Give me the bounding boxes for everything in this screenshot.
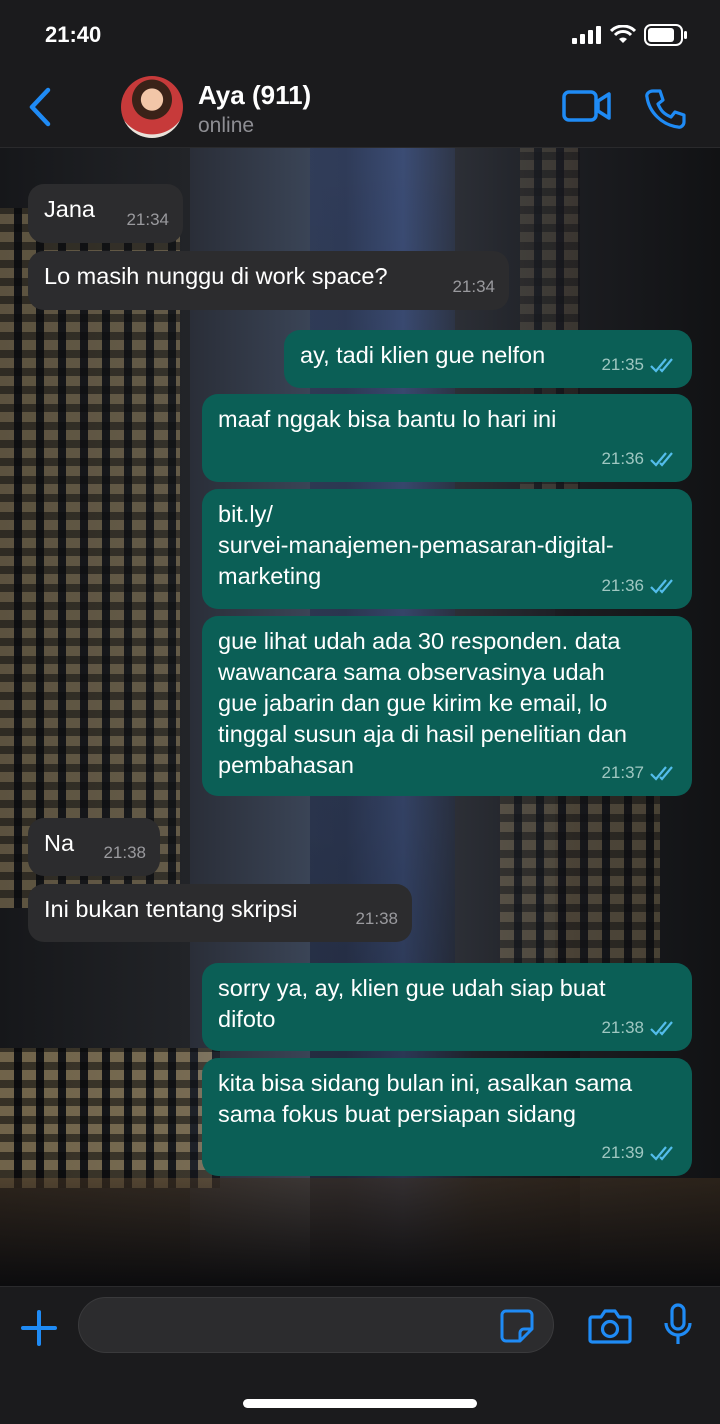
plus-icon: [21, 1310, 57, 1346]
message-time: 21:38: [601, 1018, 644, 1037]
message-outgoing[interactable]: sorry ya, ay, klien gue udah siap buat d…: [202, 963, 692, 1051]
message-incoming[interactable]: Jana 21:34: [28, 184, 183, 243]
video-call-button[interactable]: [562, 88, 612, 126]
message-outgoing[interactable]: ay, tadi klien gue nelfon 21:35: [284, 330, 692, 388]
message-text: kita bisa sidang bulan ini, asalkan sama…: [218, 1070, 633, 1127]
message-outgoing[interactable]: maaf nggak bisa bantu lo hari ini 21:36: [202, 394, 692, 482]
message-input[interactable]: [78, 1297, 554, 1353]
message-time: 21:39: [601, 1143, 644, 1162]
back-button[interactable]: [24, 86, 60, 130]
background-street: [0, 1178, 720, 1286]
message-text-field[interactable]: [99, 1306, 493, 1348]
double-check-icon: [650, 765, 673, 781]
message-time: 21:34: [126, 210, 169, 229]
double-check-icon: [650, 357, 673, 373]
double-check-icon: [650, 451, 673, 467]
message-time: 21:36: [601, 449, 644, 468]
double-check-icon: [650, 578, 673, 594]
sticker-icon: [500, 1309, 534, 1343]
camera-icon: [588, 1309, 632, 1344]
message-text: maaf nggak bisa bantu lo hari ini: [218, 406, 557, 432]
message-text: Lo masih nunggu di work space?: [44, 263, 388, 289]
message-time: 21:37: [601, 763, 644, 782]
chat-area[interactable]: Jana 21:34 Lo masih nunggu di work space…: [0, 148, 720, 1286]
camera-button[interactable]: [588, 1307, 632, 1345]
phone-icon: [645, 89, 686, 129]
background-windows: [0, 1048, 220, 1188]
message-time: 21:34: [452, 277, 495, 296]
message-incoming[interactable]: Lo masih nunggu di work space? 21:34: [28, 251, 509, 310]
back-icon: [29, 87, 51, 127]
status-icons: [572, 24, 688, 46]
status-bar: 21:40: [0, 0, 720, 72]
double-check-icon: [650, 1020, 673, 1036]
wifi-icon: [610, 25, 636, 43]
voice-call-button[interactable]: [644, 88, 686, 130]
contact-name[interactable]: Aya (911): [198, 80, 311, 111]
sticker-button[interactable]: [500, 1309, 534, 1343]
message-time: 21:38: [355, 909, 398, 928]
avatar[interactable]: [121, 76, 183, 138]
message-time: 21:36: [601, 576, 644, 595]
home-indicator[interactable]: [243, 1399, 477, 1408]
message-outgoing[interactable]: kita bisa sidang bulan ini, asalkan sama…: [202, 1058, 692, 1176]
message-text: Ini bukan tentang skripsi: [44, 896, 298, 922]
message-incoming[interactable]: Na 21:38: [28, 818, 160, 876]
status-time: 21:40: [45, 22, 102, 47]
background-windows: [0, 208, 180, 908]
video-call-icon: [562, 90, 611, 122]
input-bar: [0, 1286, 720, 1424]
message-time: 21:38: [103, 843, 146, 862]
double-check-icon: [650, 1145, 673, 1161]
contact-status: online: [198, 114, 255, 137]
signal-icon: [572, 26, 601, 44]
chat-header: Aya (911) online: [0, 72, 720, 148]
mic-icon: [664, 1303, 692, 1344]
mic-button[interactable]: [664, 1303, 692, 1347]
message-outgoing[interactable]: bit.ly/ survei-manajemen-pemasaran-digit…: [202, 489, 692, 609]
attach-button[interactable]: [20, 1309, 58, 1347]
message-incoming[interactable]: Ini bukan tentang skripsi 21:38: [28, 884, 412, 942]
battery-icon: [644, 24, 687, 46]
message-outgoing[interactable]: gue lihat udah ada 30 responden. data wa…: [202, 616, 692, 796]
message-time: 21:35: [601, 355, 644, 374]
